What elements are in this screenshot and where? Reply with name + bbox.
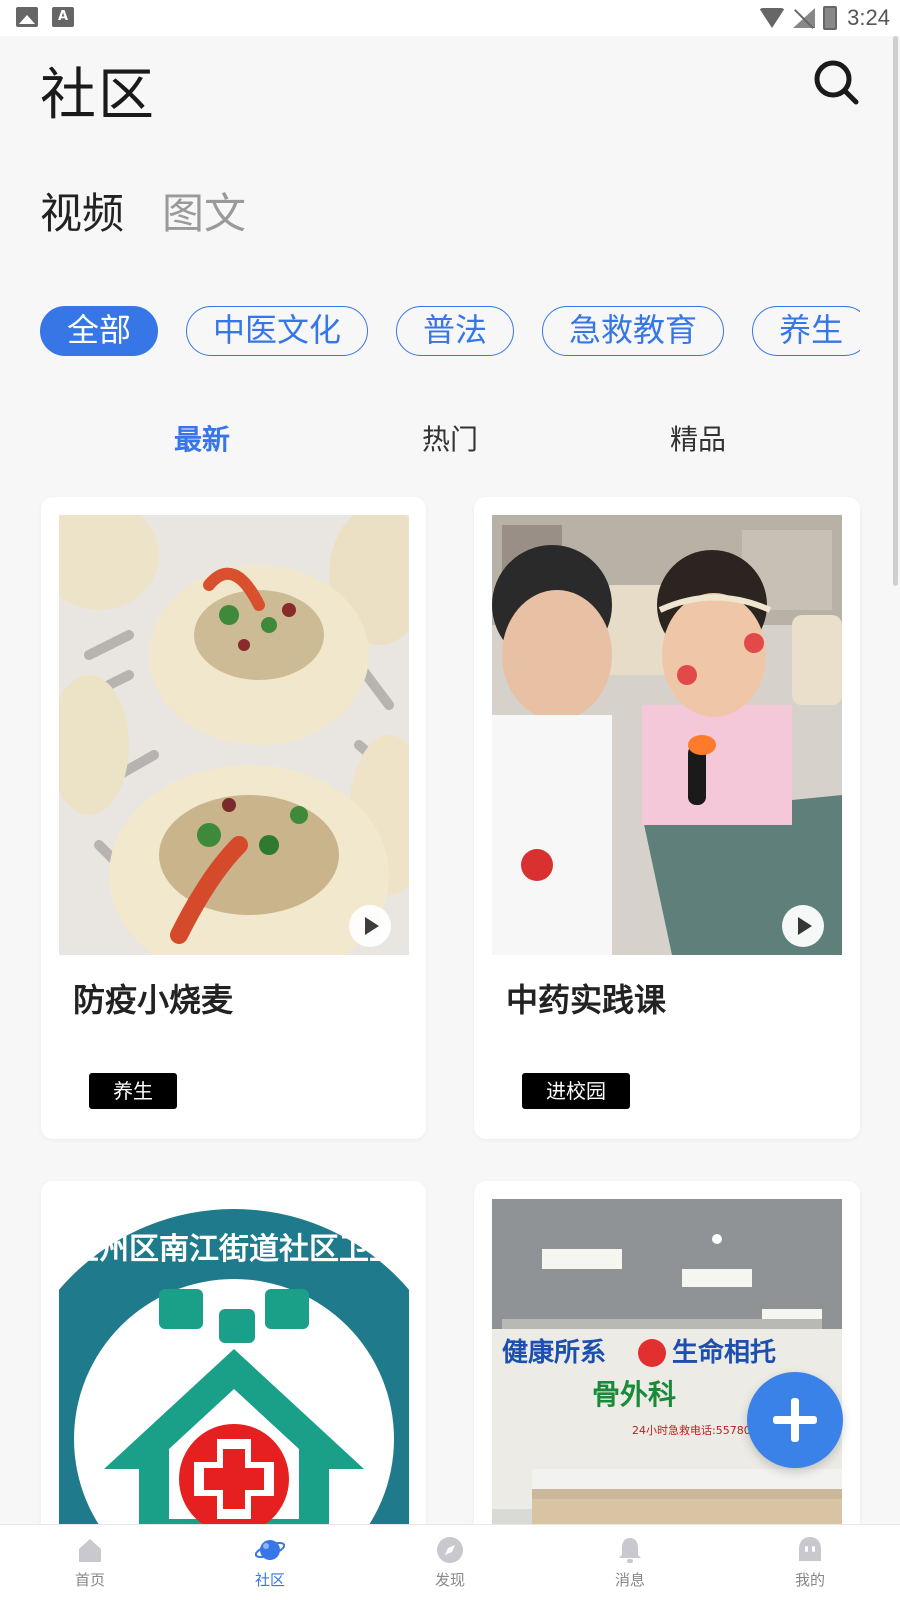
nav-label: 消息 — [614, 1571, 645, 1589]
sign-line-4: 24小时急救电话:5578060 — [632, 1423, 765, 1437]
card-tag: 养生 — [89, 1073, 177, 1109]
logo-ring-text: 市玉州区南江街道社区卫生服 — [59, 1232, 409, 1267]
battery-icon — [823, 6, 838, 30]
chip-first-aid[interactable]: 急救教育 — [542, 306, 725, 356]
card-title: 中药实践课 — [506, 981, 667, 1019]
children-photo[interactable] — [492, 515, 842, 955]
card-title: 防疫小烧麦 — [73, 981, 234, 1019]
sort-tab-latest[interactable]: 最新 — [174, 418, 230, 458]
tab-image-text[interactable]: 图文 — [162, 180, 246, 241]
nav-label: 首页 — [74, 1571, 105, 1589]
nav-label: 我的 — [794, 1571, 825, 1589]
planet-icon — [255, 1540, 285, 1560]
chip-tcm-culture[interactable]: 中医文化 — [186, 306, 369, 356]
category-chips: 全部 中医文化 普法 急救教育 养生 — [40, 306, 860, 360]
chip-all[interactable]: 全部 — [40, 306, 159, 356]
plus-icon[interactable] — [747, 1372, 843, 1468]
nav-item-messages[interactable]: 消息 — [580, 1535, 680, 1590]
chip-law[interactable]: 普法 — [396, 306, 515, 356]
nav-item-discover[interactable]: 发现 — [400, 1535, 500, 1590]
status-bar: A 3:24 — [0, 0, 900, 36]
font-icon: A — [52, 7, 74, 27]
tab-video[interactable]: 视频 — [40, 180, 124, 241]
home-icon — [79, 1539, 101, 1562]
compass-icon — [437, 1537, 463, 1563]
sign-line-1: 健康所系 — [502, 1337, 606, 1368]
sort-tab-featured[interactable]: 精品 — [670, 418, 726, 458]
gallery-icon — [16, 7, 38, 27]
dumplings-photo[interactable] — [59, 515, 409, 955]
sort-tab-hot[interactable]: 热门 — [422, 418, 478, 458]
scrollbar[interactable] — [893, 36, 898, 586]
page-title: 社区 — [40, 63, 156, 128]
no-signal-icon — [793, 8, 816, 28]
profile-icon — [799, 1537, 821, 1561]
status-time: 3:24 — [847, 5, 890, 30]
nav-item-community[interactable]: 社区 — [220, 1535, 320, 1590]
chip-health[interactable]: 养生 — [752, 306, 860, 356]
sort-tabs: 最新 热门 精品 — [0, 418, 900, 462]
nav-label: 发现 — [434, 1571, 465, 1589]
wifi-icon — [759, 8, 786, 28]
content-type-tabs: 视频 图文 — [40, 180, 246, 241]
nav-label: 社区 — [254, 1571, 285, 1589]
post-card[interactable]: 市玉州区南江街道社区卫生服 — [41, 1181, 426, 1581]
bottom-nav: 首页 社区 发现 消息 我的 — [0, 1524, 900, 1600]
bell-icon — [619, 1538, 641, 1563]
sign-line-3: 骨外科 — [592, 1378, 676, 1411]
search-icon[interactable] — [812, 58, 860, 106]
nav-item-home[interactable]: 首页 — [40, 1535, 140, 1590]
video-card[interactable]: 防疫小烧麦 养生 — [41, 497, 426, 1139]
card-tag: 进校园 — [522, 1073, 630, 1109]
play-icon[interactable] — [782, 905, 824, 947]
video-card[interactable]: 中药实践课 进校园 — [474, 497, 860, 1139]
nav-item-profile[interactable]: 我的 — [760, 1535, 860, 1590]
play-icon[interactable] — [349, 905, 391, 947]
sign-line-2: 生命相托 — [672, 1337, 776, 1368]
